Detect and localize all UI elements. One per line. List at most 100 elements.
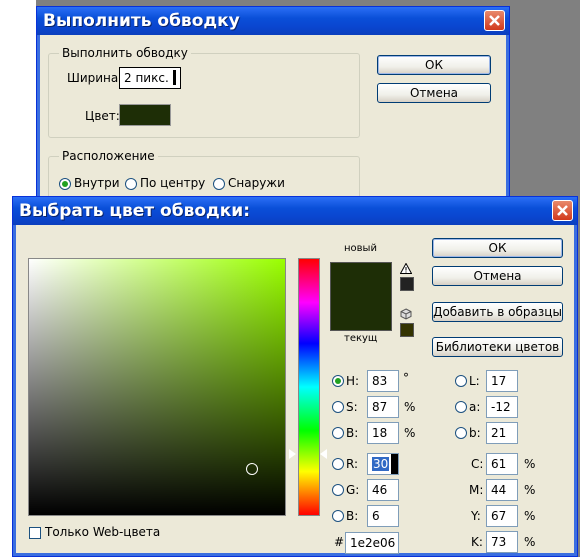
stroke-ok-button[interactable]: ОК [377,55,491,75]
blue-label: B: [346,509,359,523]
stroke-group-legend: Выполнить обводку [59,46,191,60]
gamut-warning-swatch[interactable] [400,277,414,291]
width-label: Ширина: [67,71,123,85]
new-color-label: новый [344,243,377,254]
s-value: 87 [372,400,388,414]
location-center-label[interactable]: По центру [140,176,205,190]
stroke-dialog: Выполнить обводку Выполнить обводку Шири… [36,6,510,208]
lab-b-input[interactable]: 21 [486,422,518,444]
hex-input[interactable]: 1e2e06 [345,532,399,554]
web-safe-cube-icon[interactable] [400,308,412,323]
location-inside-label[interactable]: Внутри [74,176,120,190]
k-unit: % [524,535,536,549]
y-input[interactable]: 67 [486,505,518,527]
add-to-swatches-button[interactable]: Добавить в образцы [432,302,563,322]
brightness-value: 18 [372,426,388,440]
k-value: 73 [491,535,507,549]
web-safe-swatch[interactable] [400,323,414,337]
g-radio[interactable] [332,484,344,496]
lab-b-label: b: [469,426,481,440]
brightness-radio[interactable] [332,427,344,439]
picker-ok-button[interactable]: ОК [432,238,563,258]
color-field[interactable] [28,258,286,516]
g-input[interactable]: 46 [367,479,399,501]
picker-body: новый текущ ОК Отмена Добавить в образцы… [16,225,574,554]
lab-b-value: 21 [491,426,507,440]
stroke-dialog-title: Выполнить обводку [43,11,240,31]
blue-value: 6 [372,509,380,523]
color-picker-dialog: Выбрать цвет обводки: новый текущ ОК Отм… [12,196,578,557]
gamut-warning-icon[interactable] [399,262,413,277]
l-value: 17 [491,374,507,388]
stroke-cancel-button[interactable]: Отмена [377,83,491,103]
location-center-radio[interactable] [125,178,137,190]
m-value: 44 [491,483,507,497]
h-input[interactable]: 83 [367,370,399,392]
close-icon[interactable] [552,200,573,221]
width-value: 2 пикс. [124,71,169,85]
h-unit: ° [403,371,409,385]
hex-label: # [334,535,345,549]
picker-cancel-button[interactable]: Отмена [432,266,563,286]
g-value: 46 [372,483,388,497]
brightness-unit: % [404,426,416,440]
current-color-preview[interactable] [330,296,392,331]
r-label: R: [346,457,359,471]
width-input[interactable]: 2 пикс. [119,67,181,89]
m-input[interactable]: 44 [486,479,518,501]
current-color-label: текущ [344,333,378,344]
stroke-color-swatch[interactable] [119,104,171,126]
s-radio[interactable] [332,401,344,413]
a-radio[interactable] [455,401,467,413]
blue-radio[interactable] [332,510,344,522]
c-unit: % [524,457,536,471]
location-outside-radio[interactable] [213,178,225,190]
hue-slider[interactable] [298,258,320,516]
c-input[interactable]: 61 [486,453,518,475]
s-unit: % [404,400,416,414]
y-label: Y: [471,509,481,523]
r-input-edge [391,454,398,474]
hue-slider-left-arrow[interactable] [289,449,296,459]
h-radio[interactable] [332,375,344,387]
new-color-preview [330,262,392,297]
a-value: -12 [491,400,511,414]
r-radio[interactable] [332,458,344,470]
hex-value: 1e2e06 [350,536,396,550]
stroke-group: Выполнить обводку Ширина: 2 пикс. Цвет: [48,46,360,138]
a-label: a: [469,400,481,414]
location-group-legend: Расположение [59,149,158,163]
web-only-label[interactable]: Только Web-цвета [45,525,160,539]
lab-b-radio[interactable] [455,427,467,439]
stroke-dialog-titlebar[interactable]: Выполнить обводку [37,7,509,35]
color-field-cursor[interactable] [246,463,258,475]
h-label: H: [346,374,360,388]
k-label: K: [471,535,483,549]
a-input[interactable]: -12 [486,396,518,418]
picker-title: Выбрать цвет обводки: [19,201,250,221]
y-value: 67 [491,509,507,523]
brightness-input[interactable]: 18 [367,422,399,444]
c-value: 61 [491,457,507,471]
h-value: 83 [372,374,388,388]
web-only-checkbox[interactable] [29,527,41,539]
r-value: 30 [372,457,390,471]
s-input[interactable]: 87 [367,396,399,418]
g-label: G: [346,483,360,497]
desktop-background-right [510,0,580,200]
color-libraries-button[interactable]: Библиотеки цветов [432,337,563,357]
brightness-label: B: [346,426,359,440]
picker-titlebar[interactable]: Выбрать цвет обводки: [13,197,577,225]
k-input[interactable]: 73 [486,531,518,553]
l-label: L: [469,374,480,388]
stroke-dialog-body: Выполнить обводку Ширина: 2 пикс. Цвет: … [40,35,506,208]
l-radio[interactable] [455,375,467,387]
s-label: S: [346,400,358,414]
m-label: M: [469,483,484,497]
hue-slider-right-arrow[interactable] [320,449,327,459]
close-icon[interactable] [484,10,505,31]
location-inside-radio[interactable] [59,178,71,190]
l-input[interactable]: 17 [486,370,518,392]
blue-input[interactable]: 6 [367,505,399,527]
location-outside-label[interactable]: Снаружи [228,176,285,190]
